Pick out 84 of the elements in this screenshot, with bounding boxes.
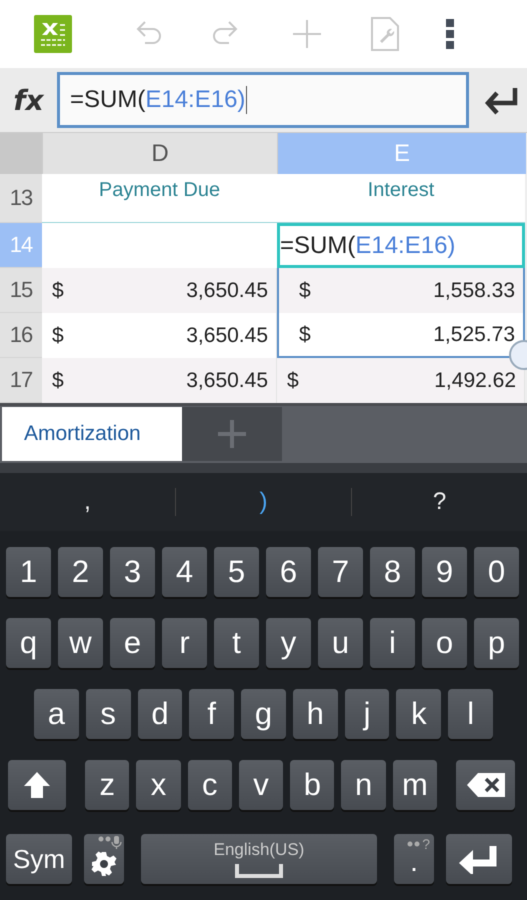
row-header[interactable]: 15 [0, 268, 42, 313]
table-cell: $ [52, 368, 64, 392]
key[interactable]: 7 [318, 547, 363, 597]
key[interactable]: 2 [58, 547, 103, 597]
column-header[interactable]: D [42, 133, 277, 174]
key[interactable]: 9 [422, 547, 467, 597]
key[interactable]: z [85, 760, 130, 810]
table-cell: 1,558.33 [433, 278, 515, 302]
table-cell: $ [287, 368, 299, 392]
key[interactable]: n [341, 760, 386, 810]
space-key[interactable]: English(US) [141, 834, 377, 884]
key[interactable]: 8 [370, 547, 415, 597]
key[interactable]: g [241, 689, 286, 739]
language-label: English(US) [214, 840, 304, 860]
key[interactable]: j [344, 689, 390, 739]
table-cell: $ [52, 278, 64, 302]
key[interactable]: p [474, 618, 519, 668]
plus-icon[interactable] [290, 17, 324, 51]
key[interactable]: h [292, 689, 338, 739]
key[interactable]: k [396, 689, 442, 739]
table-cell: Payment Due [42, 174, 277, 223]
key[interactable]: r [162, 618, 207, 668]
function-label: fx [12, 84, 46, 116]
key[interactable]: l [448, 689, 494, 739]
key[interactable]: q [6, 618, 51, 668]
key[interactable]: 3 [110, 547, 155, 597]
suggestion[interactable]: ? [352, 488, 527, 516]
key[interactable]: e [110, 618, 155, 668]
key[interactable]: 6 [266, 547, 311, 597]
enter-key[interactable] [446, 834, 512, 884]
table-cell: $ [299, 278, 311, 302]
table-cell: $ [52, 324, 64, 348]
table-cell: 3,650.45 [186, 368, 268, 392]
table-cell: 1,492.62 [434, 368, 516, 392]
row-header[interactable]: 17 [0, 358, 42, 403]
key[interactable]: 0 [474, 547, 519, 597]
key[interactable]: u [318, 618, 363, 668]
key[interactable]: 5 [214, 547, 259, 597]
key[interactable]: Sym [6, 834, 72, 884]
document-wrench-icon[interactable] [370, 17, 400, 51]
corner-cell[interactable] [0, 133, 42, 174]
row-header[interactable]: 13 [0, 174, 42, 223]
key[interactable]: s [86, 689, 131, 739]
table-cell: $ [299, 322, 311, 346]
table-cell: 3,650.45 [186, 324, 268, 348]
dots-icon [407, 841, 422, 847]
voice-hint-icon [98, 836, 122, 850]
key[interactable]: a [34, 689, 79, 739]
key[interactable]: d [138, 689, 182, 739]
backspace-icon [466, 772, 506, 798]
key[interactable]: v [238, 760, 284, 810]
space-bar-icon [235, 864, 283, 878]
key[interactable]: f [189, 689, 234, 739]
sheet-tab[interactable]: Amortization [2, 407, 182, 461]
settings-key[interactable] [84, 834, 124, 884]
formula-field[interactable]: =SUM(E14:E16) [57, 72, 469, 128]
app-logo-icon[interactable] [34, 15, 72, 53]
shift-icon [22, 770, 52, 800]
key-label: . [410, 846, 418, 878]
table-cell: 1,525.73 [433, 322, 515, 346]
key[interactable]: 1 [6, 547, 51, 597]
key[interactable]: 4 [162, 547, 207, 597]
key-hint: ? [422, 836, 430, 852]
key[interactable]: c [188, 760, 232, 810]
shift-key[interactable] [8, 760, 66, 810]
suggestion[interactable]: , [0, 488, 175, 516]
key[interactable]: t [214, 618, 259, 668]
settings-icon [91, 851, 117, 877]
key[interactable]: y [266, 618, 311, 668]
key[interactable]: o [422, 618, 467, 668]
key[interactable]: ? . [394, 834, 434, 884]
suggestion[interactable]: ) [176, 488, 351, 516]
key[interactable]: b [290, 760, 334, 810]
cell-editor-field[interactable]: =SUM(E14:E16) [277, 223, 525, 268]
plus-icon [216, 418, 248, 450]
key[interactable]: m [392, 760, 438, 810]
key[interactable]: i [370, 618, 415, 668]
row-header[interactable]: 16 [0, 313, 42, 358]
key[interactable]: w [58, 618, 103, 668]
more-icon[interactable] [444, 17, 456, 51]
table-cell: 3,650.45 [186, 278, 268, 302]
add-sheet-button[interactable] [182, 407, 282, 461]
key[interactable]: x [136, 760, 181, 810]
backspace-key[interactable] [456, 760, 516, 810]
